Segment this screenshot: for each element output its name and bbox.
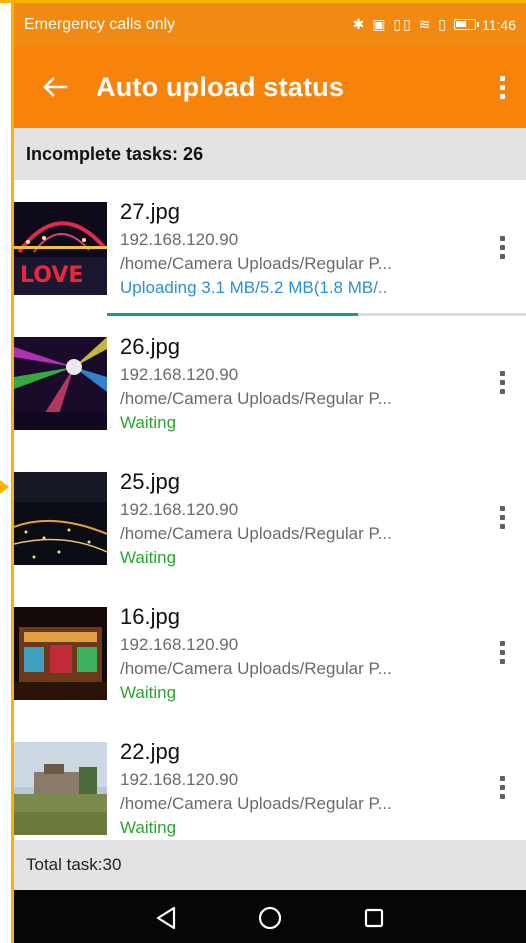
arrow-left-icon [43,77,68,97]
phone-screen: Emergency calls only ✱ ▣ ▯▯ ≋ ▯ 11:46 Au… [14,3,526,943]
task-file-name: 16.jpg [120,604,180,629]
square-recents-icon [364,908,384,928]
more-vertical-icon [499,235,505,259]
more-vertical-icon [499,505,505,529]
edge-pointer-icon [0,480,9,494]
task-path: /home/Camera Uploads/Regular P... [120,254,392,273]
task-path: /home/Camera Uploads/Regular P... [120,794,392,813]
task-file-name: 25.jpg [120,469,180,494]
task-path: /home/Camera Uploads/Regular P... [120,659,392,678]
task-more-button[interactable] [490,230,514,264]
task-status: Waiting [120,413,177,432]
circle-home-icon [258,906,282,930]
more-vertical-icon [499,775,505,799]
task-host: 192.168.120.90 [120,635,239,654]
task-row[interactable]: 22.jpg 192.168.120.90 /home/Camera Uploa… [14,720,526,840]
app-bar: Auto upload status [14,46,526,128]
thumbnail-image [14,607,107,700]
task-more-button[interactable] [490,770,514,804]
status-bar: Emergency calls only ✱ ▣ ▯▯ ≋ ▯ 11:46 [14,3,526,46]
task-status: Waiting [120,818,177,837]
task-path: /home/Camera Uploads/Regular P... [120,524,392,543]
task-file-name: 27.jpg [120,199,180,224]
task-info: 22.jpg 192.168.120.90 /home/Camera Uploa… [120,738,460,840]
incomplete-tasks-header: Incomplete tasks: 26 [14,128,526,180]
task-info: 26.jpg 192.168.120.90 /home/Camera Uploa… [120,333,460,435]
more-vertical-icon [499,75,505,99]
task-file-name: 26.jpg [120,334,180,359]
nav-home-button[interactable] [240,893,300,943]
task-host: 192.168.120.90 [120,365,239,384]
task-info: 25.jpg 192.168.120.90 /home/Camera Uploa… [120,468,460,570]
page-title: Auto upload status [96,71,345,102]
task-list[interactable]: LOVE 27.jpg 192.168.120.90 /home/Camera … [14,180,526,840]
task-file-name: 22.jpg [120,739,180,764]
more-vertical-icon [499,370,505,394]
system-status-icons: ✱ ▣ ▯▯ ≋ ▯ [352,16,448,32]
battery-icon [454,19,479,30]
thumbnail-image [14,742,107,835]
task-host: 192.168.120.90 [120,230,239,249]
nav-recents-button[interactable] [344,893,404,943]
task-status: Waiting [120,548,177,567]
task-host: 192.168.120.90 [120,500,239,519]
frame-highlight-left [0,0,14,943]
back-button[interactable] [14,46,96,128]
thumbnail-image [14,472,107,565]
task-row[interactable]: 26.jpg 192.168.120.90 /home/Camera Uploa… [14,315,526,450]
task-status: Uploading 3.1 MB/5.2 MB(1.8 MB/.. [120,278,388,297]
carrier-status-text: Emergency calls only [24,15,176,33]
triangle-back-icon [156,906,176,930]
thumbnail-image [14,337,107,430]
frame-highlight-top [0,0,526,3]
nav-back-button[interactable] [136,893,196,943]
task-status: Waiting [120,683,177,702]
thumbnail-image: LOVE [14,202,107,295]
total-task-footer: Total task:30 [14,840,526,890]
task-row[interactable]: LOVE 27.jpg 192.168.120.90 /home/Camera … [14,180,526,316]
task-more-button[interactable] [490,635,514,669]
task-path: /home/Camera Uploads/Regular P... [120,389,392,408]
task-info: 16.jpg 192.168.120.90 /home/Camera Uploa… [120,603,460,705]
svg-text:LOVE: LOVE [20,263,83,288]
overflow-menu-button[interactable] [478,46,526,128]
more-vertical-icon [499,640,505,664]
status-icons-group: ✱ ▣ ▯▯ ≋ ▯ 11:46 [353,16,516,33]
task-more-button[interactable] [490,365,514,399]
task-host: 192.168.120.90 [120,770,239,789]
system-navigation-bar [14,890,526,943]
task-more-button[interactable] [490,500,514,534]
task-row[interactable]: 25.jpg 192.168.120.90 /home/Camera Uploa… [14,450,526,585]
screenshot-frame: Emergency calls only ✱ ▣ ▯▯ ≋ ▯ 11:46 Au… [0,0,526,943]
clock-text: 11:46 [482,16,516,33]
task-row[interactable]: 16.jpg 192.168.120.90 /home/Camera Uploa… [14,585,526,720]
task-info: 27.jpg 192.168.120.90 /home/Camera Uploa… [120,198,460,300]
